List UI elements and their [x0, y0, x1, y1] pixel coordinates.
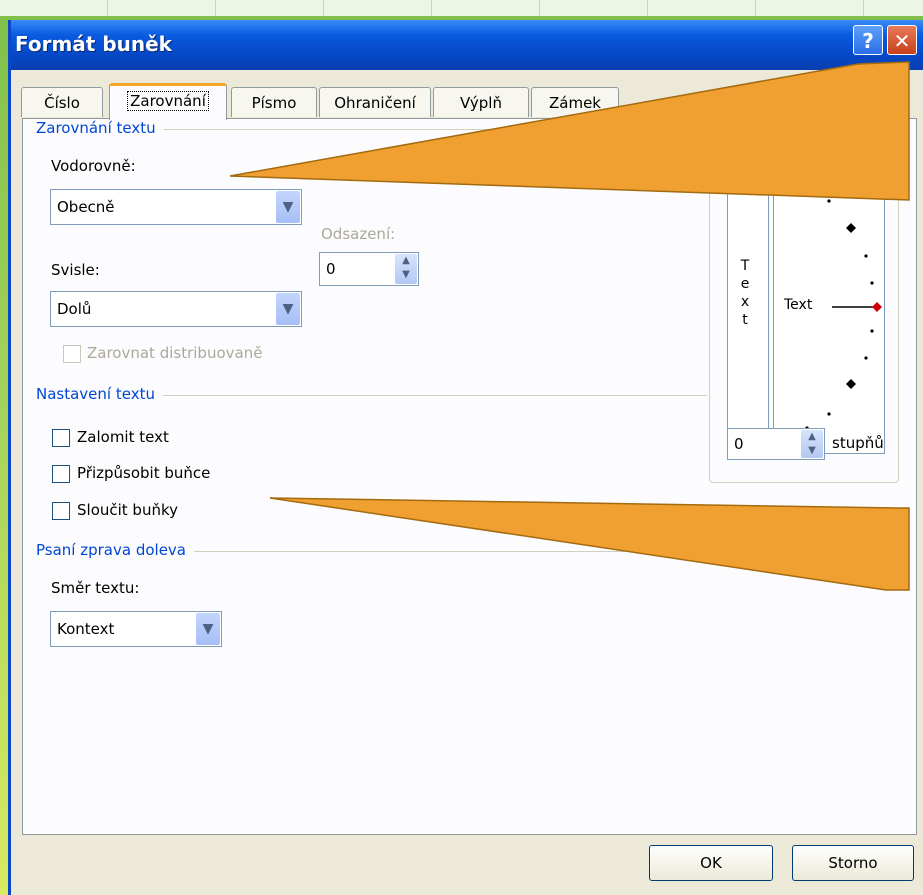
callout-shape-top — [229, 61, 910, 201]
tab-alignment[interactable]: Zarovnání — [109, 83, 227, 120]
callout-shape-bottom — [269, 497, 910, 591]
tab-label: Zarovnání — [127, 91, 209, 111]
callout-overlay — [229, 61, 910, 591]
